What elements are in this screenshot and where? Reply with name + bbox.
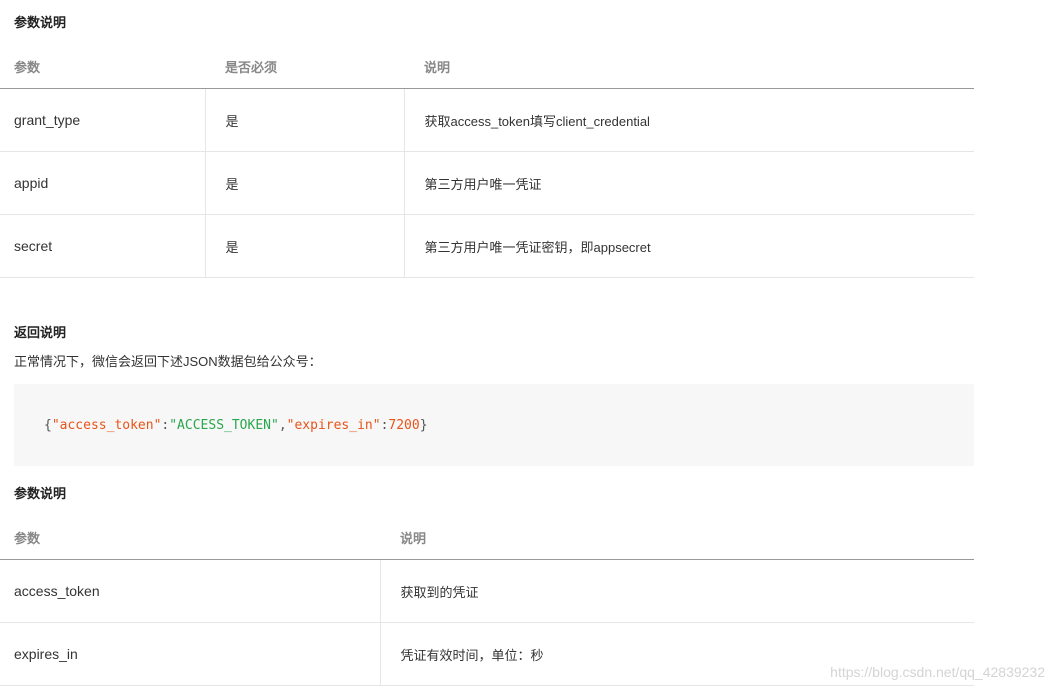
column-header-param: 参数 [0, 516, 380, 560]
table-row: secret 是 第三方用户唯一凭证密钥，即appsecret [0, 214, 974, 278]
table-row: appid 是 第三方用户唯一凭证 [0, 151, 974, 215]
column-header-desc: 说明 [380, 516, 974, 560]
code-comma: , [278, 417, 287, 433]
column-header-required: 是否必须 [205, 45, 404, 89]
table-row: grant_type 是 获取access_token填写client_cred… [0, 88, 974, 152]
param-required: 是 [204, 214, 404, 278]
param-desc: 获取到的凭证 [379, 559, 974, 623]
param-desc: 第三方用户唯一凭证 [403, 151, 974, 215]
return-params-table: 参数 说明 access_token 获取到的凭证 expires_in 凭证有… [0, 516, 974, 686]
section-title-return: 返回说明 [14, 325, 67, 340]
param-name: appid [0, 151, 205, 215]
code-value-expires-in: 7200 [388, 417, 420, 433]
param-name: access_token [0, 559, 380, 623]
column-header-desc: 说明 [404, 45, 974, 89]
column-header-param: 参数 [0, 45, 205, 89]
table-header-row: 参数 说明 [0, 516, 974, 560]
return-description: 正常情况下，微信会返回下述JSON数据包给公众号： [14, 354, 322, 369]
table-header-row: 参数 是否必须 说明 [0, 45, 974, 89]
code-key-access-token: "access_token" [51, 417, 162, 433]
table-row: access_token 获取到的凭证 [0, 559, 974, 623]
code-key-expires-in: "expires_in" [286, 417, 381, 433]
code-colon: : [380, 417, 389, 433]
param-required: 是 [204, 151, 404, 215]
param-required: 是 [204, 88, 404, 152]
param-desc: 第三方用户唯一凭证密钥，即appsecret [403, 214, 974, 278]
json-code-block: {"access_token": "ACCESS_TOKEN", "expires_… [14, 384, 974, 466]
param-name: grant_type [0, 88, 205, 152]
params-table: 参数 是否必须 说明 grant_type 是 获取access_token填写… [0, 45, 974, 278]
watermark: https://blog.csdn.net/qq_42839232 [830, 664, 1045, 680]
section-title-params: 参数说明 [14, 15, 67, 30]
code-colon: : [161, 417, 170, 433]
code-brace-close: } [419, 417, 428, 433]
param-name: expires_in [0, 622, 380, 686]
table-row: expires_in 凭证有效时间，单位：秒 [0, 622, 974, 686]
code-value-access-token: "ACCESS_TOKEN" [169, 417, 279, 433]
section-title-return-params: 参数说明 [14, 486, 67, 501]
code-brace-open: { [44, 417, 52, 433]
param-name: secret [0, 214, 205, 278]
param-desc: 获取access_token填写client_credential [403, 88, 974, 152]
